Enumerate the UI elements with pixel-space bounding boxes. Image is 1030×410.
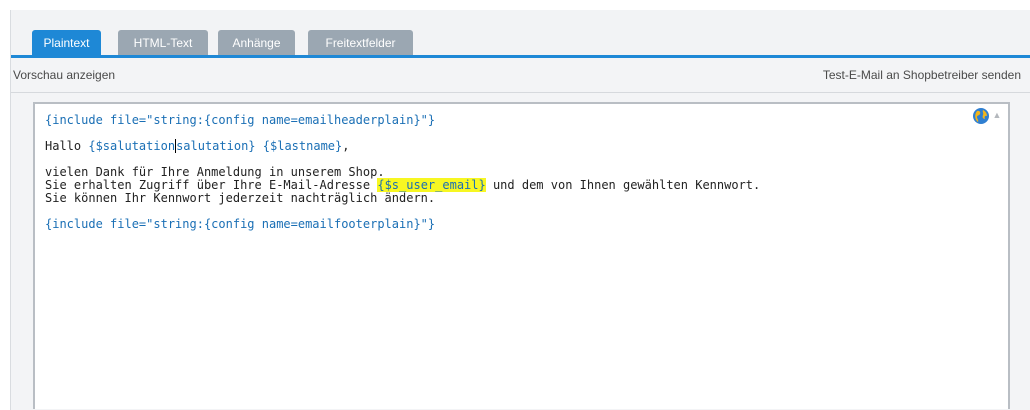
- body-text: vielen Dank für Ihre Anmeldung in unsere…: [45, 165, 385, 179]
- lastname-variable: {$lastname}: [262, 139, 343, 153]
- code-line: Hallo {$salutationsalutation} {$lastname…: [45, 139, 760, 153]
- editor-content[interactable]: {include file="string:{config name=email…: [45, 114, 760, 231]
- show-preview-link[interactable]: Vorschau anzeigen: [13, 68, 115, 82]
- email-template-panel: Plaintext HTML-Text Anhänge Freitextfeld…: [10, 10, 1030, 410]
- tab-html-text[interactable]: HTML-Text: [118, 30, 208, 55]
- send-test-mail-link[interactable]: Test-E-Mail an Shopbetreiber senden: [823, 68, 1021, 82]
- greeting-text: Hallo: [45, 139, 89, 153]
- tab-bar: Plaintext HTML-Text Anhänge Freitextfeld…: [11, 10, 1030, 56]
- include-footer-statement: {include file="string:{config name=email…: [45, 217, 436, 231]
- globe-icon[interactable]: [972, 107, 990, 125]
- tab-attachments[interactable]: Anhänge: [218, 30, 295, 55]
- salutation-variable: {$salutation: [88, 139, 176, 153]
- tab-plaintext[interactable]: Plaintext: [32, 30, 101, 55]
- body-text: und dem von Ihnen gewählten Kennwort.: [485, 178, 761, 192]
- scroll-up-arrow-icon[interactable]: ▲: [990, 110, 1004, 120]
- include-header-statement: {include file="string:{config name=email…: [45, 113, 436, 127]
- editor-toolbar: Vorschau anzeigen Test-E-Mail an Shopbet…: [11, 58, 1030, 93]
- comma: ,: [342, 139, 350, 153]
- code-editor[interactable]: {include file="string:{config name=email…: [33, 102, 1010, 409]
- body-text: Sie können Ihr Kennwort jederzeit nachtr…: [45, 191, 436, 205]
- code-line: {include file="string:{config name=email…: [45, 218, 760, 231]
- highlighted-email-variable: {$s_user_email}: [377, 178, 486, 192]
- body-text: Sie erhalten Zugriff über Ihre E-Mail-Ad…: [45, 178, 378, 192]
- code-line: {include file="string:{config name=email…: [45, 114, 760, 127]
- salutation-modifier: salutation}: [176, 139, 256, 153]
- code-line: Sie können Ihr Kennwort jederzeit nachtr…: [45, 192, 760, 205]
- tab-free-text-fields[interactable]: Freitextfelder: [308, 30, 413, 55]
